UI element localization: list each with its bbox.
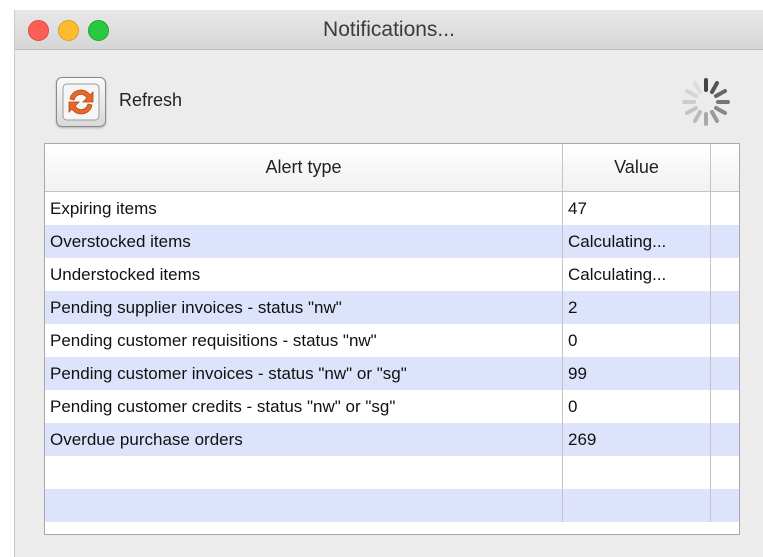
column-header-alert-type[interactable]: Alert type <box>45 144 563 191</box>
table-row[interactable]: Pending supplier invoices - status "nw" 2 <box>45 291 739 324</box>
table-row[interactable]: Expiring items 47 <box>45 192 739 225</box>
column-header-value[interactable]: Value <box>563 144 711 191</box>
filler-cell <box>711 456 739 489</box>
alert-type-cell: Overdue purchase orders <box>45 423 563 456</box>
table-row[interactable]: Understocked items Calculating... <box>45 258 739 291</box>
filler-cell <box>711 225 739 258</box>
alert-type-cell <box>45 456 563 489</box>
empty-table-row[interactable] <box>45 456 739 489</box>
value-cell: 0 <box>563 390 711 423</box>
filler-cell <box>711 489 739 522</box>
alert-type-cell: Understocked items <box>45 258 563 291</box>
loading-spinner-icon <box>682 78 730 126</box>
refresh-arrows-icon <box>62 83 100 121</box>
refresh-label[interactable]: Refresh <box>119 90 182 111</box>
value-cell <box>563 489 711 522</box>
table-row[interactable]: Overdue purchase orders 269 <box>45 423 739 456</box>
value-cell <box>563 456 711 489</box>
alert-type-cell: Overstocked items <box>45 225 563 258</box>
value-cell: 2 <box>563 291 711 324</box>
filler-cell <box>711 258 739 291</box>
table-row[interactable]: Overstocked items Calculating... <box>45 225 739 258</box>
filler-cell <box>711 324 739 357</box>
table-body: Expiring items 47 Overstocked items Calcula… <box>45 192 739 522</box>
table-row[interactable]: Pending customer credits - status "nw" o… <box>45 390 739 423</box>
value-cell: 0 <box>563 324 711 357</box>
alert-type-cell <box>45 489 563 522</box>
alert-type-cell: Pending customer invoices - status "nw" … <box>45 357 563 390</box>
column-header-filler <box>711 144 739 191</box>
window-title: Notifications... <box>323 18 455 41</box>
table-header: Alert type Value <box>45 144 739 192</box>
alert-type-cell: Pending supplier invoices - status "nw" <box>45 291 563 324</box>
table-row[interactable]: Pending customer invoices - status "nw" … <box>45 357 739 390</box>
value-cell: 99 <box>563 357 711 390</box>
filler-cell <box>711 357 739 390</box>
alert-type-cell: Pending customer credits - status "nw" o… <box>45 390 563 423</box>
value-cell: 269 <box>563 423 711 456</box>
title-bar[interactable]: Notifications... <box>15 10 763 50</box>
filler-cell <box>711 192 739 225</box>
filler-cell <box>711 390 739 423</box>
alert-type-cell: Expiring items <box>45 192 563 225</box>
value-cell: Calculating... <box>563 258 711 291</box>
alert-type-cell: Pending customer requisitions - status "… <box>45 324 563 357</box>
table-row[interactable]: Pending customer requisitions - status "… <box>45 324 739 357</box>
alerts-table: Alert type Value Expiring items 47 Oversto… <box>44 143 740 535</box>
value-cell: Calculating... <box>563 225 711 258</box>
notifications-window: Notifications... Refresh Alert type Valu… <box>14 10 763 557</box>
value-cell: 47 <box>563 192 711 225</box>
refresh-button[interactable] <box>56 77 106 127</box>
empty-table-row[interactable] <box>45 489 739 522</box>
filler-cell <box>711 291 739 324</box>
filler-cell <box>711 423 739 456</box>
